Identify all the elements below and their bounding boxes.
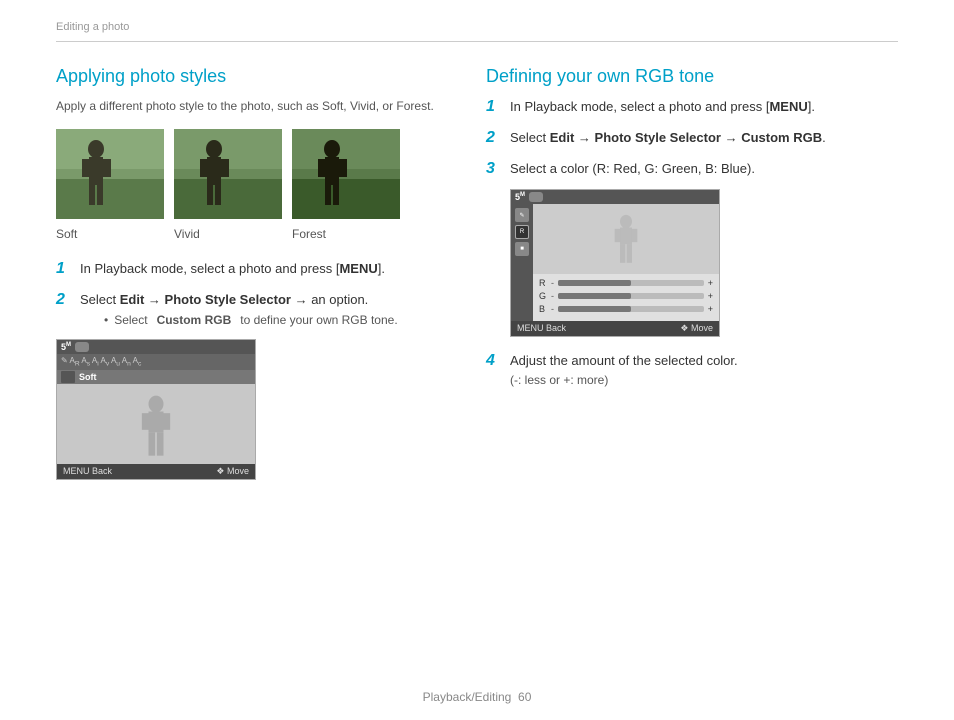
- rgb-g-minus: -: [551, 291, 554, 301]
- camera-icon: [75, 342, 89, 352]
- left-step-1-text: In Playback mode, select a photo and pre…: [80, 259, 385, 279]
- footer-page: 60: [518, 690, 531, 704]
- right-section-title: Defining your own RGB tone: [486, 66, 898, 87]
- rgb-g-label: G: [539, 291, 547, 301]
- right-step-4-content: Adjust the amount of the selected color.…: [510, 351, 738, 387]
- rgb-row-r: R - +: [539, 278, 713, 288]
- grid-icon: [61, 371, 75, 383]
- left-step-2-text: Select Edit → Photo Style Selector → an …: [80, 292, 368, 307]
- footer-back-right: Back: [546, 323, 566, 333]
- left-step-2-content: Select Edit → Photo Style Selector → an …: [80, 290, 398, 328]
- footer-move-left: ❖ Move: [216, 466, 249, 477]
- sidebar-icon-3: ■: [515, 242, 529, 256]
- rgb-b-plus: +: [708, 304, 713, 314]
- camera-ui-left: 5M ✎ AR As Ai Av Au An Ac Soft: [56, 339, 256, 480]
- left-section-title: Applying photo styles: [56, 66, 446, 87]
- breadcrumb-bar: Editing a photo: [56, 0, 898, 42]
- photo-soft: [56, 129, 164, 219]
- silhouette-left: [131, 394, 181, 464]
- rgb-b-track: [558, 306, 704, 312]
- footer-move-right: ❖ Move: [680, 323, 713, 334]
- label-soft: Soft: [56, 227, 164, 241]
- camera-ui-right: 5M ✎ R ■: [510, 189, 720, 337]
- sidebar-icon-active: R: [515, 225, 529, 239]
- rgb-r-track: [558, 280, 704, 286]
- custom-rgb-right: Custom RGB: [741, 130, 822, 145]
- breadcrumb: Editing a photo: [56, 21, 129, 33]
- rgb-r-label: R: [539, 278, 547, 288]
- left-step-1-num: 1: [56, 259, 72, 280]
- menu-key-1: MENU: [339, 261, 377, 276]
- header-5m: 5M: [61, 342, 71, 352]
- left-step-2-bullet: Select Custom RGB to define your own RGB…: [104, 313, 398, 327]
- photo-forest: [292, 129, 400, 219]
- left-step-2: 2 Select Edit → Photo Style Selector → a…: [56, 290, 446, 328]
- left-column: Applying photo styles Apply a different …: [56, 66, 446, 480]
- ui-label-soft: Soft: [79, 372, 97, 382]
- right-step-4-num: 4: [486, 351, 502, 372]
- right-step-2-text: Select Edit → Photo Style Selector → Cus…: [510, 128, 826, 148]
- right-step-3-text: Select a color (R: Red, G: Green, B: Blu…: [510, 159, 755, 179]
- right-step-3-num: 3: [486, 159, 502, 180]
- camera-footer-right: MENU Back ❖ Move: [511, 321, 719, 336]
- right-ui-body: ✎ R ■: [511, 204, 719, 321]
- page-footer: Playback/Editing 60: [0, 690, 954, 704]
- right-step-4-text: Adjust the amount of the selected color.: [510, 353, 738, 368]
- menu-key-right-1: MENU: [769, 99, 807, 114]
- camera-main-view-left: [57, 384, 255, 464]
- edit-right: Edit: [550, 130, 575, 145]
- rgb-r-minus: -: [551, 278, 554, 288]
- rgb-g-track: [558, 293, 704, 299]
- footer-back-left: Back: [92, 466, 112, 476]
- left-step-1: 1 In Playback mode, select a photo and p…: [56, 259, 446, 280]
- right-ui-header: 5M: [511, 190, 719, 204]
- options-icons: ✎ AR As Ai Av Au An Ac: [61, 356, 141, 368]
- left-step-2-num: 2: [56, 290, 72, 311]
- rgb-row-b: B - +: [539, 304, 713, 314]
- rgb-row-g: G - +: [539, 291, 713, 301]
- right-header-5m: 5M: [515, 192, 525, 202]
- label-forest: Forest: [292, 227, 400, 241]
- right-step-3: 3 Select a color (R: Red, G: Green, B: B…: [486, 159, 898, 180]
- right-column: Defining your own RGB tone 1 In Playback…: [486, 66, 898, 480]
- edit-bold: Edit: [120, 292, 145, 307]
- selected-item-row: Soft: [57, 370, 255, 384]
- photo-vivid: [174, 129, 282, 219]
- right-sidebar: ✎ R ■: [511, 204, 533, 321]
- right-camera-icon: [529, 192, 543, 202]
- photo-style-selector-bold: Photo Style Selector: [165, 292, 291, 307]
- right-step-1-num: 1: [486, 97, 502, 118]
- rgb-g-plus: +: [708, 291, 713, 301]
- photo-row: [56, 129, 446, 219]
- right-silhouette-container: [533, 204, 719, 274]
- right-main-area: R - + G -: [533, 204, 719, 321]
- sidebar-icon-1: ✎: [515, 208, 529, 222]
- rgb-r-plus: +: [708, 278, 713, 288]
- right-step-1-text: In Playback mode, select a photo and pre…: [510, 97, 815, 117]
- right-step-2: 2 Select Edit → Photo Style Selector → C…: [486, 128, 898, 149]
- footer-section: Playback/Editing: [423, 690, 512, 704]
- page-container: Editing a photo Applying photo styles Ap…: [0, 0, 954, 720]
- options-row: ✎ AR As Ai Av Au An Ac: [57, 354, 255, 370]
- rgb-b-label: B: [539, 304, 547, 314]
- right-step-4-sub: (-: less or +: more): [510, 373, 738, 387]
- pss-right: Photo Style Selector: [595, 130, 721, 145]
- right-step-2-num: 2: [486, 128, 502, 149]
- footer-menu-left: MENU Back: [63, 466, 112, 477]
- camera-footer-left: MENU Back ❖ Move: [57, 464, 255, 479]
- footer-menu-right: MENU Back: [517, 323, 566, 334]
- left-section-desc: Apply a different photo style to the pho…: [56, 97, 446, 115]
- rgb-r-fill: [558, 280, 631, 286]
- photo-labels: Soft Vivid Forest: [56, 227, 446, 241]
- rgb-b-minus: -: [551, 304, 554, 314]
- rgb-g-fill: [558, 293, 631, 299]
- right-step-1: 1 In Playback mode, select a photo and p…: [486, 97, 898, 118]
- rgb-b-fill: [558, 306, 631, 312]
- custom-rgb-bold: Custom RGB: [157, 313, 232, 327]
- content-columns: Applying photo styles Apply a different …: [56, 66, 898, 480]
- right-step-4: 4 Adjust the amount of the selected colo…: [486, 351, 898, 387]
- rgb-sliders: R - + G -: [533, 274, 719, 321]
- label-vivid: Vivid: [174, 227, 282, 241]
- silhouette-right: [606, 209, 646, 274]
